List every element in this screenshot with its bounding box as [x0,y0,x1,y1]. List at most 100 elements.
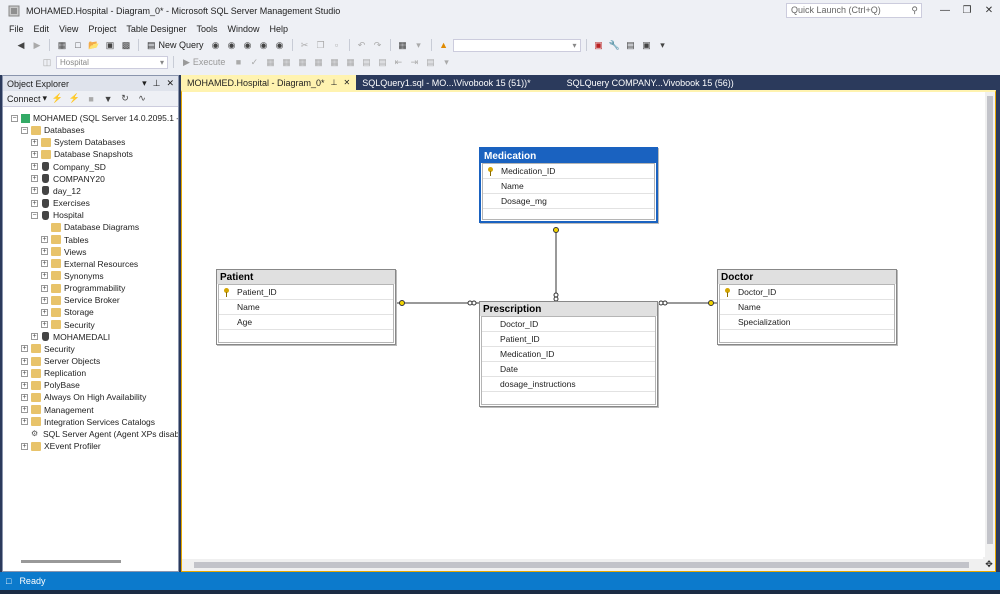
tab-sqlquery-company[interactable]: SQLQuery COMPANY...Vivobook 15 (56)) [561,75,740,90]
solution-config-icon[interactable]: ▲ [437,38,451,52]
tree-node[interactable]: + day_12 [31,185,81,197]
expand-icon[interactable]: + [41,284,48,292]
tree-node[interactable]: + External Resources [41,258,138,270]
results-grid-icon[interactable]: ▦ [327,55,341,69]
column-row[interactable]: Medication_ID [483,164,654,179]
outdent-icon[interactable]: ⇤ [391,55,405,69]
column-row[interactable]: Doctor_ID [720,285,894,300]
diagram-canvas[interactable]: Medication Medication_ID Name Dosage_mg … [181,90,996,572]
table-doctor[interactable]: Doctor Doctor_ID Name Specialization [717,269,897,345]
panel-menu-icon[interactable]: ▾ [142,78,147,89]
column-row[interactable]: dosage_instructions [482,377,655,392]
results-text-icon[interactable]: ▦ [311,55,325,69]
menu-table-designer[interactable]: Table Designer [121,24,191,34]
tree-node[interactable]: + COMPANY20 [31,173,105,185]
toolbar-options-icon[interactable]: ▾ [439,55,453,69]
undo-icon[interactable]: ↶ [355,38,369,52]
column-row-empty[interactable] [219,330,393,342]
copy-icon[interactable]: ❐ [314,38,328,52]
table-medication[interactable]: Medication Medication_ID Name Dosage_mg [479,147,658,223]
column-row[interactable]: Date [482,362,655,377]
horizontal-scrollbar[interactable] [21,560,121,563]
column-row-empty[interactable] [483,209,654,219]
cut-icon[interactable]: ✂ [298,38,312,52]
expand-icon[interactable]: + [21,345,28,353]
db-engine-query-icon[interactable]: ◉ [209,38,223,52]
refresh-icon[interactable]: ↻ [118,92,132,106]
toolbox-icon[interactable]: ▤ [624,38,638,52]
expand-icon[interactable]: + [31,333,38,341]
expand-icon[interactable]: + [31,175,38,183]
activity-monitor-icon[interactable]: ∿ [135,92,149,106]
close-icon[interactable]: ✕ [166,78,174,89]
connect-icon[interactable]: ◫ [40,55,54,69]
connect-plug-icon[interactable]: ⚡ [50,92,64,106]
expand-icon[interactable]: + [41,296,48,304]
tree-node[interactable]: + Management [21,404,94,416]
menu-help[interactable]: Help [264,24,293,34]
stop-icon[interactable]: ■ [231,55,245,69]
expand-icon[interactable]: + [21,418,28,426]
horizontal-scrollbar[interactable] [182,559,987,571]
expand-icon[interactable]: + [21,442,28,450]
column-row[interactable]: Dosage_mg [483,194,654,209]
expand-icon[interactable]: + [31,199,38,207]
column-row[interactable]: Age [219,315,393,330]
scroll-thumb[interactable] [987,96,993,544]
tree-node[interactable]: + Exercises [31,197,90,209]
expand-icon[interactable]: + [41,272,48,280]
menu-project[interactable]: Project [83,24,121,34]
expand-icon[interactable]: + [41,260,48,268]
column-row[interactable]: Patient_ID [219,285,393,300]
stop-icon[interactable]: ■ [84,92,98,106]
tree-node[interactable]: + PolyBase [21,379,80,391]
tree-node[interactable]: + Replication [21,367,86,379]
tree-node[interactable]: + System Databases [31,136,125,148]
minimize-button[interactable]: — [934,1,956,21]
new-query-button[interactable]: ▤ New Query [144,40,207,51]
redo-icon[interactable]: ↷ [371,38,385,52]
analysis-xmla-icon[interactable]: ◉ [257,38,271,52]
expand-icon[interactable]: + [21,393,28,401]
uncomment-icon[interactable]: ▤ [375,55,389,69]
scroll-thumb[interactable] [194,562,969,568]
dropdown-arrow-icon[interactable]: ▾ [412,38,426,52]
expand-icon[interactable]: + [31,163,38,171]
connect-dropdown[interactable]: Connect ▾ [7,93,47,104]
tree-node[interactable]: + Programmability [41,282,125,294]
tree-node[interactable]: + Tables [41,234,89,246]
results-file-icon[interactable]: ▦ [343,55,357,69]
add-item-icon[interactable]: □ [71,38,85,52]
tree-node[interactable]: + Service Broker [41,294,120,306]
database-select[interactable]: Hospital ▾ [56,55,168,69]
tree-node[interactable]: − Databases [21,124,85,136]
column-row-empty[interactable] [720,330,894,342]
tree-node[interactable]: + Synonyms [41,270,104,282]
column-row[interactable]: Doctor_ID [482,317,655,332]
indent-icon[interactable]: ⇥ [407,55,421,69]
activity-monitor-icon[interactable]: ▦ [396,38,410,52]
navigator-icon[interactable]: ✥ [983,557,995,571]
forward-icon[interactable]: ▶ [30,38,44,52]
window-layout-icon[interactable]: ▣ [640,38,654,52]
expand-icon[interactable]: + [41,321,48,329]
menu-tools[interactable]: Tools [191,24,222,34]
collapse-icon[interactable]: − [11,114,18,122]
menu-window[interactable]: Window [222,24,264,34]
save-all-icon[interactable]: ▩ [119,38,133,52]
collapse-icon[interactable]: − [31,211,38,219]
toolbar-options-icon[interactable]: ▾ [656,38,670,52]
tree-node[interactable]: + Server Objects [21,355,100,367]
tree-node[interactable]: + Storage [41,306,94,318]
expand-icon[interactable]: + [31,138,38,146]
column-row[interactable]: Name [483,179,654,194]
column-row[interactable]: Name [219,300,393,315]
column-row[interactable]: Patient_ID [482,332,655,347]
query-designer-icon[interactable]: ▦ [279,55,293,69]
expand-icon[interactable]: + [31,150,38,158]
column-row[interactable]: Medication_ID [482,347,655,362]
table-prescription[interactable]: Prescription Doctor_ID Patient_ID Medica… [479,301,658,407]
analysis-dmx-icon[interactable]: ◉ [241,38,255,52]
solution-config-select[interactable]: ▾ [452,38,581,52]
expand-icon[interactable]: + [21,357,28,365]
